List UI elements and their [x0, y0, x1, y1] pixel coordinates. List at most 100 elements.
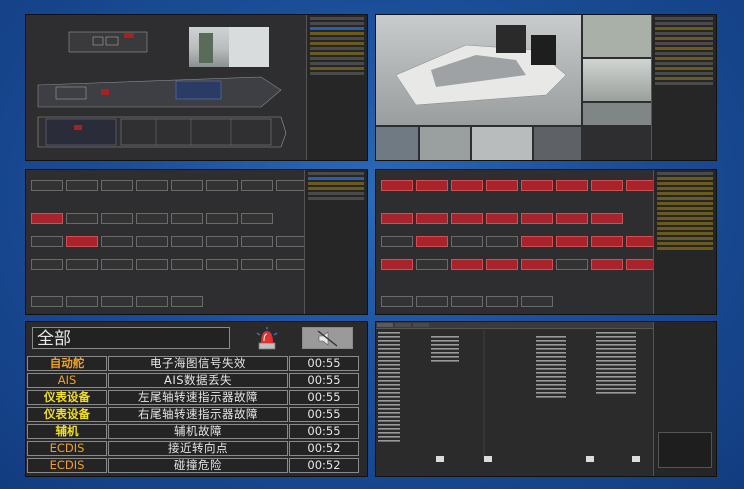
group-button[interactable]	[206, 259, 238, 270]
group-button-alarm[interactable]	[451, 180, 483, 191]
group-button[interactable]	[101, 180, 133, 191]
alarm-message: 接近转向点	[108, 441, 288, 456]
group-button[interactable]	[31, 180, 63, 191]
group-button-alarm[interactable]	[521, 259, 553, 270]
prev-page-button[interactable]	[484, 456, 492, 462]
group-button[interactable]	[101, 236, 133, 247]
group-button[interactable]	[101, 296, 133, 307]
mute-button[interactable]	[302, 327, 353, 349]
camera-feed-6[interactable]	[420, 127, 470, 160]
group-button-alarm[interactable]	[486, 259, 518, 270]
alarm-row[interactable]: 仪表设备 右尾轴转速指示器故障 00:55	[27, 407, 359, 422]
group-button[interactable]	[486, 296, 518, 307]
group-button-alarm[interactable]	[486, 180, 518, 191]
group-button[interactable]	[241, 236, 273, 247]
group-button[interactable]	[171, 180, 203, 191]
group-button[interactable]	[521, 296, 553, 307]
group-button-alarm[interactable]	[451, 213, 483, 224]
group-button[interactable]	[241, 213, 273, 224]
next-page-button[interactable]	[586, 456, 594, 462]
group-button[interactable]	[136, 180, 168, 191]
alarm-row[interactable]: 自动舵 电子海图信号失效 00:55	[27, 356, 359, 371]
group-button[interactable]	[66, 213, 98, 224]
group-button[interactable]	[381, 296, 413, 307]
alarm-row[interactable]: ECDIS 碰撞危险 00:52	[27, 458, 359, 473]
group-button[interactable]	[241, 259, 273, 270]
group-button-alarm[interactable]	[451, 259, 483, 270]
group-button-alarm[interactable]	[416, 213, 448, 224]
alarm-row[interactable]: 仪表设备 左尾轴转速指示器故障 00:55	[27, 390, 359, 405]
alarm-row[interactable]: 辅机 辅机故障 00:55	[27, 424, 359, 439]
camera-feed-4[interactable]	[583, 103, 651, 125]
group-button[interactable]	[136, 213, 168, 224]
group-button[interactable]	[31, 236, 63, 247]
speaker-muted-icon	[316, 330, 340, 351]
alarm-message: 左尾轴转速指示器故障	[108, 390, 288, 405]
group-button-alarm[interactable]	[521, 213, 553, 224]
group-button[interactable]	[171, 236, 203, 247]
group-button-alarm[interactable]	[31, 213, 63, 224]
group-button-alarm[interactable]	[381, 180, 413, 191]
group-button[interactable]	[101, 213, 133, 224]
camera-feed-5[interactable]	[376, 127, 418, 160]
group-button[interactable]	[31, 296, 63, 307]
group-button[interactable]	[31, 259, 63, 270]
alarm-group-panel-left	[25, 169, 368, 315]
log-tab[interactable]	[377, 323, 393, 327]
group-button-alarm[interactable]	[556, 180, 588, 191]
log-tab[interactable]	[413, 323, 429, 327]
alarm-source: ECDIS	[27, 441, 107, 456]
group-button-alarm[interactable]	[591, 180, 623, 191]
log-tab[interactable]	[395, 323, 411, 327]
group-button-alarm[interactable]	[486, 213, 518, 224]
camera-feed-7[interactable]	[472, 127, 532, 160]
group-button[interactable]	[136, 259, 168, 270]
group-button-alarm[interactable]	[591, 236, 623, 247]
group-button[interactable]	[171, 213, 203, 224]
group-button-alarm[interactable]	[556, 213, 588, 224]
first-page-button[interactable]	[436, 456, 444, 462]
camera-feed-2[interactable]	[583, 15, 651, 57]
bridge-console-camera[interactable]	[376, 15, 581, 125]
group-button-alarm[interactable]	[66, 236, 98, 247]
group-button[interactable]	[206, 213, 238, 224]
group-button-alarm[interactable]	[521, 180, 553, 191]
group-button-alarm[interactable]	[416, 236, 448, 247]
group-button[interactable]	[101, 259, 133, 270]
group-button-alarm[interactable]	[556, 236, 588, 247]
group-button[interactable]	[66, 296, 98, 307]
alarm-time: 00:52	[289, 441, 359, 456]
group-button[interactable]	[206, 236, 238, 247]
corridor-camera-view[interactable]	[189, 27, 269, 67]
alarm-source: 仪表设备	[27, 407, 107, 422]
group-button-alarm[interactable]	[521, 236, 553, 247]
last-page-button[interactable]	[632, 456, 640, 462]
alarm-row[interactable]: AIS AIS数据丢失 00:55	[27, 373, 359, 388]
group-button[interactable]	[171, 259, 203, 270]
group-button[interactable]	[136, 296, 168, 307]
group-button[interactable]	[66, 259, 98, 270]
group-button[interactable]	[66, 180, 98, 191]
group-button[interactable]	[556, 259, 588, 270]
alarm-filter-select[interactable]: 全部	[32, 327, 230, 349]
camera-feed-8[interactable]	[534, 127, 581, 160]
group-button[interactable]	[451, 236, 483, 247]
group-button-alarm[interactable]	[416, 180, 448, 191]
group-button[interactable]	[241, 180, 273, 191]
group-button-alarm[interactable]	[381, 259, 413, 270]
group-button[interactable]	[381, 236, 413, 247]
group-button[interactable]	[416, 296, 448, 307]
group-button[interactable]	[486, 236, 518, 247]
event-log-panel	[375, 321, 717, 477]
alarm-row[interactable]: ECDIS 接近转向点 00:52	[27, 441, 359, 456]
group-button-alarm[interactable]	[591, 213, 623, 224]
group-button[interactable]	[136, 236, 168, 247]
group-button[interactable]	[206, 180, 238, 191]
group-button[interactable]	[416, 259, 448, 270]
group-button[interactable]	[171, 296, 203, 307]
group-button[interactable]	[451, 296, 483, 307]
ship-sidebar	[306, 15, 367, 160]
camera-feed-3[interactable]	[583, 59, 651, 101]
group-button-alarm[interactable]	[591, 259, 623, 270]
group-button-alarm[interactable]	[381, 213, 413, 224]
